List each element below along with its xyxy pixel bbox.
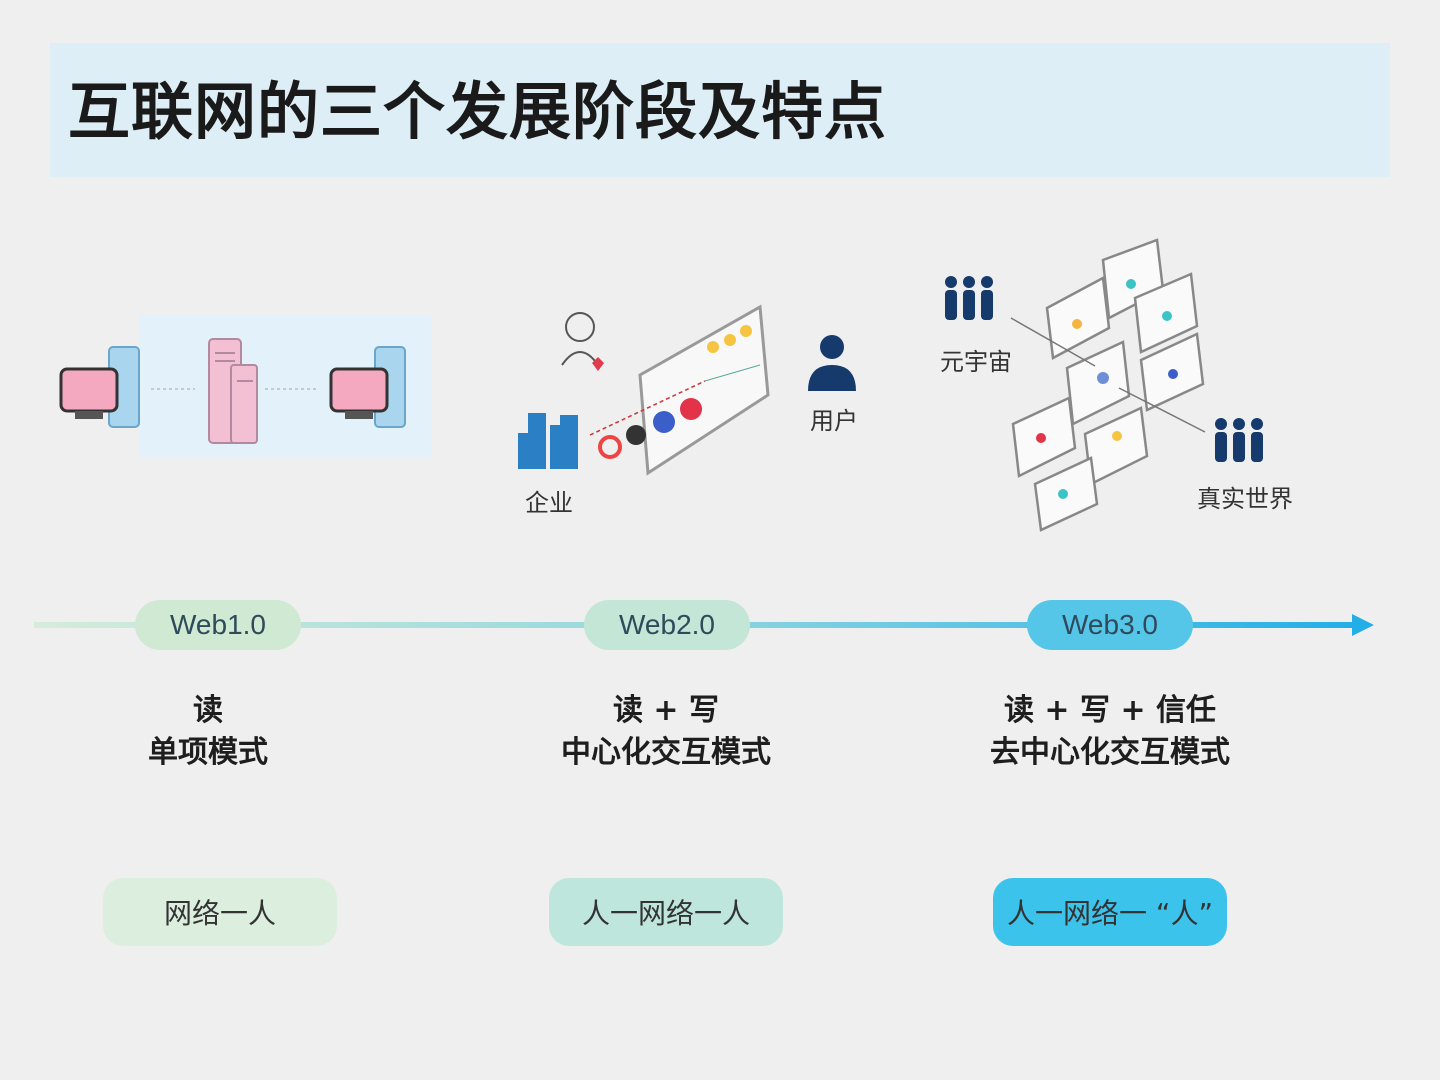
people-group-icon xyxy=(945,276,993,320)
stage-node-web1: Web1.0 xyxy=(135,600,301,650)
google-icon xyxy=(598,435,622,459)
page-title: 互联网的三个发展阶段及特点 xyxy=(68,75,888,148)
real-world-label: 真实世界 xyxy=(1197,485,1293,513)
display-board xyxy=(589,304,770,476)
app-icon xyxy=(626,425,646,445)
stage-mode: 读 xyxy=(193,693,223,728)
stage-desc-web1: 读 单项模式 xyxy=(48,690,368,774)
user-label: 用户 xyxy=(810,407,858,435)
stage-mode: 读 + 写 + 信任 xyxy=(1003,693,1217,728)
stage-desc-web3: 读 + 写 + 信任 去中心化交互模式 xyxy=(950,690,1270,774)
buildings-icon xyxy=(518,413,578,469)
people-group-icon xyxy=(1215,418,1263,462)
stage-node-web2: Web2.0 xyxy=(584,600,750,650)
relation-pill-web1: 网络一人 xyxy=(103,878,337,946)
relation-pill-web3: 人一网络一 “人” xyxy=(993,878,1227,946)
stage-pattern: 去中心化交互模式 xyxy=(990,735,1230,770)
facebook-icon xyxy=(653,411,675,433)
stage-node-web3: Web3.0 xyxy=(1027,600,1193,650)
web1-illustration xyxy=(59,315,432,457)
stage-mode: 读 + 写 xyxy=(612,693,720,728)
mail-icon xyxy=(680,398,702,420)
relation-pill-web2: 人一网络一人 xyxy=(549,878,783,946)
stage-pattern: 中心化交互模式 xyxy=(561,735,771,770)
web2-illustration xyxy=(518,304,856,476)
enterprise-label: 企业 xyxy=(525,489,573,517)
stage-pattern: 单项模式 xyxy=(148,735,268,770)
client-computer-icon xyxy=(59,346,140,428)
title-banner: 互联网的三个发展阶段及特点 xyxy=(50,43,1390,177)
person-heart-icon xyxy=(561,312,604,371)
stage-desc-web2: 读 + 写 中心化交互模式 xyxy=(506,690,826,774)
metaverse-label: 元宇宙 xyxy=(940,348,1012,376)
panel-grid xyxy=(1011,238,1205,532)
user-icon xyxy=(808,335,856,391)
